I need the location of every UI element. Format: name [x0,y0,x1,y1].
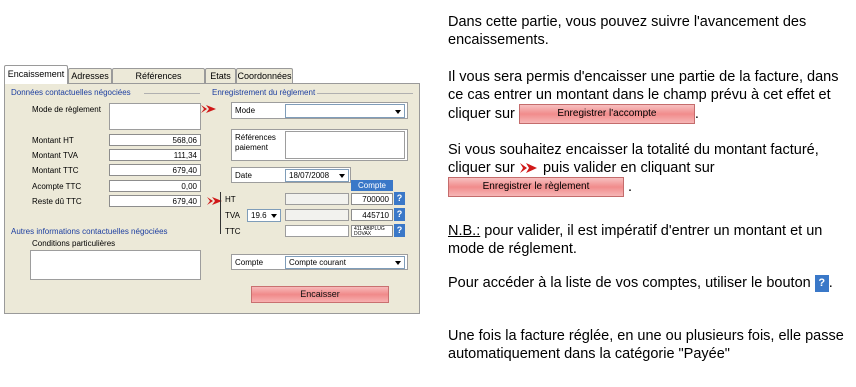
mode-label: Mode [235,106,256,115]
tva-rate-value: 19.6 [251,211,267,220]
red-arrow-icon [201,105,216,113]
help-full-text-b: puis valider en cliquant sur [542,160,715,176]
tab-coordonnees[interactable]: Coordonnées [236,68,293,83]
dropdown-arrow-icon [395,261,401,265]
mode-reglement-field [109,103,201,130]
help-accounts-text: Pour accéder à la liste de vos comptes, … [448,275,811,291]
nb-label: N.B.: [448,223,481,239]
help-full-end: . [628,178,633,195]
dropdown-arrow-icon [395,110,401,114]
conditions-particulieres-field[interactable] [30,250,201,280]
section-enregistrement-reglement: Enregistrement du règlement [212,88,316,97]
date-value: 18/07/2008 [289,171,330,180]
montant-ht-label: Montant HT [32,136,74,145]
section-autres-informations: Autres informations contactuelles négoci… [11,227,168,236]
tva-rate-select[interactable]: 19.6 [247,209,281,222]
encaissement-panel: Données contactuelles négociées Mode de … [4,83,420,314]
dropdown-arrow-icon [339,174,345,178]
ttc-account-field: 411 ABIPLUG DOVAX [351,225,393,237]
compte-value: Compte courant [289,258,346,267]
mode-reglement-label: Mode de règlement [32,105,101,114]
date-label: Date [235,171,252,180]
help-accounts: Pour accéder à la liste de vos comptes, … [448,274,848,292]
help-full-payment: Si vous souhaitez encaisser la totalité … [448,141,848,197]
acompte-ttc-value: 0,00 [109,180,201,192]
ttc-amount-input[interactable] [285,225,349,237]
acompte-ttc-label: Acompte TTC [32,182,82,191]
section-donnees-contractuelles: Données contactuelles négociées [11,88,131,97]
montant-tva-value: 111,34 [109,149,201,161]
dropdown-arrow-icon [271,214,277,218]
help-question-icon[interactable]: ? [814,274,829,292]
amount-bracket [220,192,221,234]
montant-ht-value: 568,06 [109,134,201,146]
compte-header: Compte [351,180,393,191]
help-nb: N.B.: pour valider, il est impératif d'e… [448,222,848,258]
ht-help-icon[interactable]: ? [394,192,405,205]
mode-select[interactable] [285,104,405,118]
compte-select[interactable]: Compte courant [285,256,405,269]
encaisser-button[interactable]: Encaisser [251,286,389,303]
enregistrer-accompte-button[interactable]: Enregistrer l'accompte [518,104,695,124]
payment-dialog: Encaissement Adresses Références command… [0,65,424,315]
reste-du-ttc-value: 679,40 [109,195,201,207]
help-partial-end: . [694,105,699,122]
conditions-particulieres-label: Conditions particulières [32,239,116,248]
montant-ttc-label: Montant TTC [32,166,79,175]
section-divider [144,93,200,94]
montant-ttc-value: 679,40 [109,164,201,176]
tva-label: TVA [225,211,240,220]
references-paiement-input[interactable] [285,131,405,159]
red-arrow-icon [519,163,537,174]
help-paid-status: Une fois la facture réglée, en une ou pl… [448,328,844,362]
montant-tva-label: Montant TVA [32,151,78,160]
compte-label: Compte [235,258,264,267]
reste-du-ttc-label: Reste dû TTC [32,197,82,206]
help-accounts-end: . [828,275,833,291]
ttc-help-icon[interactable]: ? [394,224,405,237]
tab-encaissement[interactable]: Encaissement [4,65,68,84]
ht-account-field: 700000 [351,193,393,205]
ttc-label: TTC [225,227,241,236]
enregistrer-reglement-button[interactable]: Enregistrer le règlement [448,177,624,197]
ht-label: HT [225,195,236,204]
tva-help-icon[interactable]: ? [394,208,405,221]
tva-amount-input[interactable] [285,209,349,221]
ht-amount-input[interactable] [285,193,349,205]
section-divider [317,93,413,94]
date-picker[interactable]: 18/07/2008 [285,169,349,182]
tab-etats[interactable]: Etats [205,68,236,83]
references-paiement-label: Références paiement [235,133,276,152]
tab-references-commande[interactable]: Références commande [112,68,205,95]
tab-adresses[interactable]: Adresses [68,68,112,83]
help-partial-payment: Il vous sera permis d'encaisser une part… [448,68,848,124]
nb-text: pour valider, il est impératif d'entrer … [448,223,823,257]
tva-account-field: 445710 [351,209,393,221]
help-intro: Dans cette partie, vous pouvez suivre l'… [448,14,807,48]
